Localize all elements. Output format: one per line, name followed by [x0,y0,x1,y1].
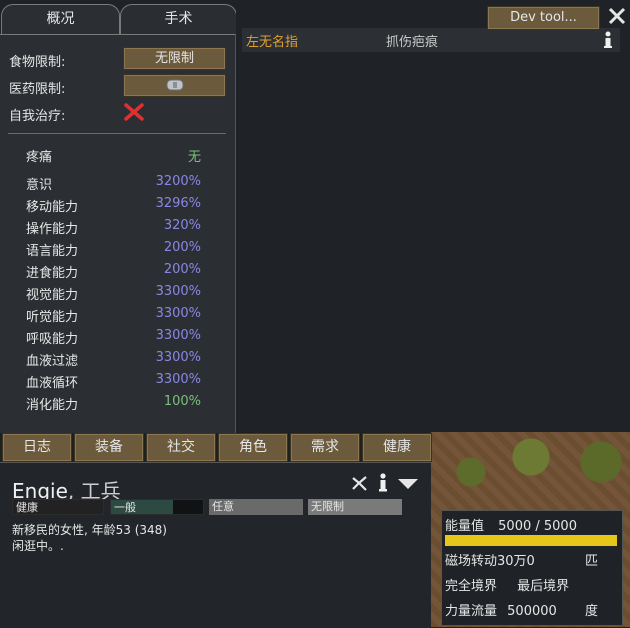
close-icon[interactable] [607,6,627,26]
self-tend-checkbox-x-icon[interactable] [123,102,145,122]
capacity-name: 血液过滤 [26,354,79,369]
capacity-name: 进食能力 [26,266,79,281]
bottom-tab-button[interactable]: 健康 [362,433,432,462]
capacity-row[interactable]: 移动能力 3296% [26,196,201,218]
tab-overview[interactable]: 概况 [1,4,120,37]
hediff-body-part: 左无名指 [246,35,299,50]
power-flow-label: 力量流量 [445,604,498,619]
capacity-value: 3300% [155,284,201,299]
capacity-value: 3200% [155,174,201,189]
area-restriction-bar[interactable]: 任意 [209,499,303,515]
info-icon[interactable] [602,31,614,49]
capacity-value: 3296% [155,196,201,211]
energy-line: 能量值 5000 / 5000 [445,515,577,534]
energy-bar [445,535,617,546]
overview-pane: 食物限制: 无限制 医药限制: 自我治疗: 疼痛 无 意识 3200% 移动能力 32… [0,34,236,433]
chevron-down-icon[interactable] [396,477,420,491]
capacity-name: 意识 [26,178,53,193]
realm-label: 完全境界 [445,579,498,594]
field-label: 磁场转动30万0 [445,554,535,569]
field-line: 磁场转动30万0 匹 [445,550,598,569]
capacity-name: 呼吸能力 [26,332,79,347]
hediff-row[interactable]: 左无名指 抓伤疤痕 [242,28,620,52]
bottom-tab-button[interactable]: 角色 [218,433,288,462]
energy-label: 能量值 [445,519,485,534]
pawn-activity: 闲逛中。. [12,539,64,553]
medicine-restriction-label: 医药限制: [9,82,66,97]
realm-line: 完全境界 最后境界 [445,575,569,594]
bottom-tab-button[interactable]: 需求 [290,433,360,462]
field-unit: 匹 [585,554,599,569]
capacity-row[interactable]: 进食能力 200% [26,262,201,284]
capacity-name: 语言能力 [26,244,79,259]
capacity-row[interactable]: 意识 3200% [26,174,201,196]
capacity-row[interactable]: 呼吸能力 3300% [26,328,201,350]
capacity-value: 3300% [155,372,201,387]
capacity-row[interactable]: 血液循环 3300% [26,372,201,394]
hediff-pane: 左无名指 抓伤疤痕 [236,4,628,432]
energy-bar-fill [445,535,617,546]
dev-tool-button[interactable]: Dev tool... [487,6,600,30]
power-flow-line: 力量流量 500000 度 [445,600,598,619]
draft-icon[interactable] [350,474,368,492]
capacity-row[interactable]: 消化能力 100% [26,394,201,416]
capacity-name: 消化能力 [26,398,79,413]
pain-value: 无 [187,150,201,165]
inspect-pane: Engie, 工兵 新移民的女性, 年龄53 (348) 闲逛中。. [0,462,431,628]
health-panel: 概况 手术 食物限制: 无限制 医药限制: 自我治疗: 疼痛 无 意识 3200%… [0,0,630,433]
tab-surgery[interactable]: 手术 [120,4,237,37]
capacity-value: 320% [163,218,201,233]
capacity-value: 3300% [155,350,201,365]
health-bar[interactable]: 健康 [12,499,104,515]
capacity-value: 100% [163,394,201,409]
medical-care-bar[interactable]: 一般 [110,499,204,515]
power-flow-value: 500000 [507,604,557,619]
capacity-row[interactable]: 血液过滤 3300% [26,350,201,372]
divider [8,133,226,134]
capacity-name: 听觉能力 [26,310,79,325]
capacity-name: 血液循环 [26,376,79,391]
pawn-description: 新移民的女性, 年龄53 (348) [12,523,167,537]
capacity-row[interactable]: 视觉能力 3300% [26,284,201,306]
food-restriction-label: 食物限制: [9,55,66,70]
capacity-name: 视觉能力 [26,288,79,303]
realm-value: 最后境界 [517,579,570,594]
power-readout: 能量值 5000 / 5000 磁场转动30万0 匹 完全境界 最后境界 力量流… [441,510,623,626]
capacity-row[interactable]: 听觉能力 3300% [26,306,201,328]
medicine-restriction-button[interactable] [123,74,226,97]
bottom-tab-button[interactable]: 社交 [146,433,216,462]
medicine-icon [166,79,183,91]
bottom-tab-button[interactable]: 装备 [74,433,144,462]
hediff-condition: 抓伤疤痕 [386,35,439,50]
energy-value: 5000 / 5000 [498,519,577,534]
outfit-bar[interactable]: 无限制 [308,499,402,515]
capacity-name: 移动能力 [26,200,79,215]
info-icon[interactable] [377,473,389,493]
food-restriction-button[interactable]: 无限制 [123,47,226,70]
bottom-tab-button[interactable]: 日志 [2,433,72,462]
capacity-value: 200% [163,240,201,255]
power-flow-unit: 度 [585,604,599,619]
capacity-value: 200% [163,262,201,277]
capacity-name: 操作能力 [26,222,79,237]
capacity-row[interactable]: 操作能力 320% [26,218,201,240]
self-tend-label: 自我治疗: [9,109,66,124]
pain-row[interactable]: 疼痛 无 [26,146,201,168]
capacity-row[interactable]: 语言能力 200% [26,240,201,262]
capacity-value: 3300% [155,328,201,343]
capacity-value: 3300% [155,306,201,321]
pain-label: 疼痛 [26,150,53,165]
